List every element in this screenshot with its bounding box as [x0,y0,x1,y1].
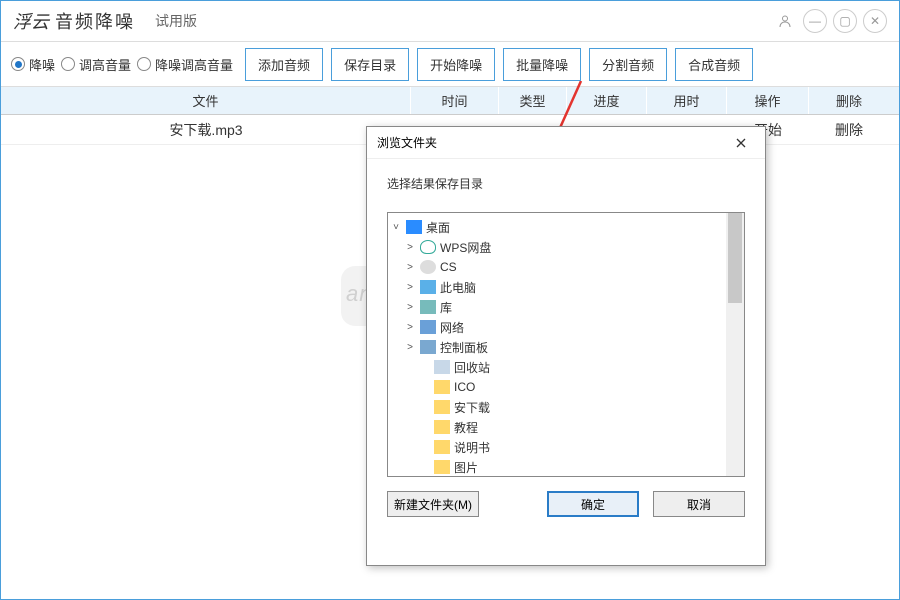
col-duration: 用时 [647,87,727,114]
tree-item-label: 安下载 [454,399,490,416]
expander-icon[interactable]: > [404,242,416,253]
tree-item-label: CS [440,260,457,274]
save-dir-button[interactable]: 保存目录 [331,48,409,81]
tree-item-label: 桌面 [426,219,450,236]
tree-item-label: 网络 [440,319,464,336]
col-progress: 进度 [567,87,647,114]
close-button[interactable]: ✕ [863,9,887,33]
tree-item[interactable]: >库 [390,297,724,317]
tree-item[interactable]: > CS [390,257,724,277]
user-icon[interactable] [773,9,797,33]
radio-volume[interactable]: 调高音量 [61,55,131,74]
folder-icon [434,440,450,454]
toolbar: 降噪 调高音量 降噪调高音量 添加音频 保存目录 开始降噪 批量降噪 分割音频 … [1,41,899,87]
radio-denoise[interactable]: 降噪 [11,55,55,74]
start-denoise-button[interactable]: 开始降噪 [417,48,495,81]
col-time: 时间 [411,87,499,114]
add-audio-button[interactable]: 添加音频 [245,48,323,81]
dialog-subtitle: 选择结果保存目录 [367,159,765,212]
folder-tree: ˅桌面>WPS网盘>CS>此电脑>库>网络>控制面板回收站ICO安下载教程说明书… [387,212,745,477]
tree-item-label: 此电脑 [440,279,476,296]
radio-both[interactable]: 降噪调高音量 [137,55,233,74]
cell-file: 安下载.mp3 [1,115,411,144]
tree-item[interactable]: > 控制面板 [390,337,724,357]
tree-item[interactable]: ICO [390,377,724,397]
expander-icon[interactable]: > [404,282,416,293]
col-file: 文件 [1,87,411,114]
tree-item[interactable]: > 网络 [390,317,724,337]
tree-item[interactable]: 教程 [390,417,724,437]
folder-icon [434,400,450,414]
expander-icon[interactable]: > [404,342,416,353]
tree-item[interactable]: 说明书 [390,437,724,457]
folder-icon [434,380,450,394]
browse-folder-dialog: 浏览文件夹 选择结果保存目录 ˅桌面>WPS网盘>CS>此电脑>库>网络>控制面… [366,126,766,566]
tree-item-label: 回收站 [454,359,490,376]
recycle-icon [434,360,450,374]
user-icon [420,260,436,274]
scrollbar-thumb[interactable] [728,213,742,303]
cloud-icon [420,240,436,254]
net-icon [420,320,436,334]
tree-item-label: 图片 [454,459,478,476]
expander-icon[interactable]: > [404,322,416,333]
tree-item-label: WPS网盘 [440,239,491,256]
col-delete: 删除 [809,87,889,114]
tree-item-label: 库 [440,299,452,316]
folder-icon [434,420,450,434]
table-header: 文件 时间 类型 进度 用时 操作 删除 [1,87,899,115]
dialog-buttons: 新建文件夹(M) 确定 取消 [367,477,765,531]
lib-icon [420,300,436,314]
tree-item-label: 教程 [454,419,478,436]
col-operation: 操作 [727,87,809,114]
tree-item[interactable]: ˅ 桌面 [390,217,724,237]
expander-icon[interactable]: ˅ [390,222,402,233]
radio-icon [137,57,151,71]
tree-item[interactable]: 安下载 [390,397,724,417]
app-logo: 浮云 [13,8,49,34]
new-folder-button[interactable]: 新建文件夹(M) [387,491,479,517]
tree-item[interactable]: > 此电脑 [390,277,724,297]
titlebar: 浮云 音频降噪 试用版 — ▢ ✕ [1,1,899,41]
folder-icon [434,460,450,474]
col-type: 类型 [499,87,567,114]
expander-icon[interactable]: > [404,302,416,313]
desktop-icon [406,220,422,234]
tree-item[interactable]: > WPS网盘 [390,237,724,257]
radio-icon [11,57,25,71]
app-title: 音频降噪 [55,8,135,34]
radio-icon [61,57,75,71]
maximize-button[interactable]: ▢ [833,9,857,33]
tree-item-label: 说明书 [454,439,490,456]
tree-scrollbar[interactable] [726,213,744,476]
cancel-button[interactable]: 取消 [653,491,745,517]
ok-button[interactable]: 确定 [547,491,639,517]
minimize-button[interactable]: — [803,9,827,33]
version-label: 试用版 [155,11,197,31]
batch-denoise-button[interactable]: 批量降噪 [503,48,581,81]
pc-icon [420,280,436,294]
cell-delete-button[interactable]: 删除 [809,115,889,144]
dialog-close-button[interactable] [727,131,755,155]
tree-item[interactable]: 图片 [390,457,724,476]
tree-item-label: 控制面板 [440,339,488,356]
dialog-titlebar: 浏览文件夹 [367,127,765,159]
tree-item[interactable]: 回收站 [390,357,724,377]
split-audio-button[interactable]: 分割音频 [589,48,667,81]
tree-item-label: ICO [454,380,475,394]
dialog-title: 浏览文件夹 [377,134,437,151]
expander-icon[interactable]: > [404,262,416,273]
mode-radio-group: 降噪 调高音量 降噪调高音量 [11,55,233,74]
ctrl-icon [420,340,436,354]
merge-audio-button[interactable]: 合成音频 [675,48,753,81]
